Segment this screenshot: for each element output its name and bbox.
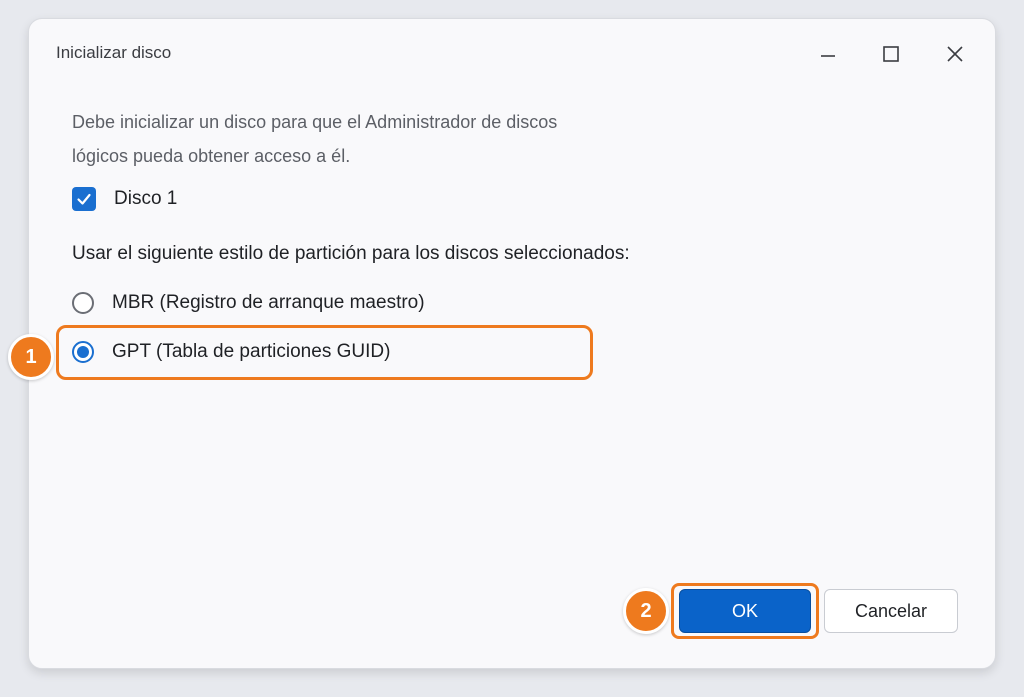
window-title: Inicializar disco — [56, 43, 172, 62]
mbr-label: MBR (Registro de arranque maestro) — [112, 292, 425, 313]
description-text: Debe inicializar un disco para que el Ad… — [72, 105, 632, 173]
initialize-disk-dialog: Inicializar disco Debe inicializar un di… — [28, 18, 996, 669]
maximize-icon — [883, 46, 899, 62]
ok-button[interactable]: OK — [679, 589, 811, 633]
disk-1-label: Disco 1 — [114, 188, 178, 209]
disk-1-checkbox[interactable] — [72, 187, 96, 211]
mbr-radio[interactable] — [72, 292, 94, 314]
description-line-2: lógicos pueda obtener acceso a él. — [72, 146, 351, 166]
mbr-radio-option[interactable]: MBR (Registro de arranque maestro) — [72, 289, 425, 317]
close-icon — [947, 46, 963, 62]
gpt-highlight-box — [56, 325, 593, 380]
description-line-1: Debe inicializar un disco para que el Ad… — [72, 112, 558, 132]
maximize-button[interactable] — [874, 39, 908, 69]
minimize-button[interactable] — [811, 39, 845, 69]
minimize-icon — [821, 55, 835, 57]
checkmark-icon — [77, 193, 91, 205]
close-button[interactable] — [938, 39, 972, 69]
disk-checkbox-row[interactable]: Disco 1 — [72, 186, 177, 212]
partition-style-heading: Usar el siguiente estilo de partición pa… — [72, 243, 630, 264]
step-2-badge: 2 — [623, 588, 669, 634]
cancel-button[interactable]: Cancelar — [824, 589, 958, 633]
step-1-badge: 1 — [8, 334, 54, 380]
